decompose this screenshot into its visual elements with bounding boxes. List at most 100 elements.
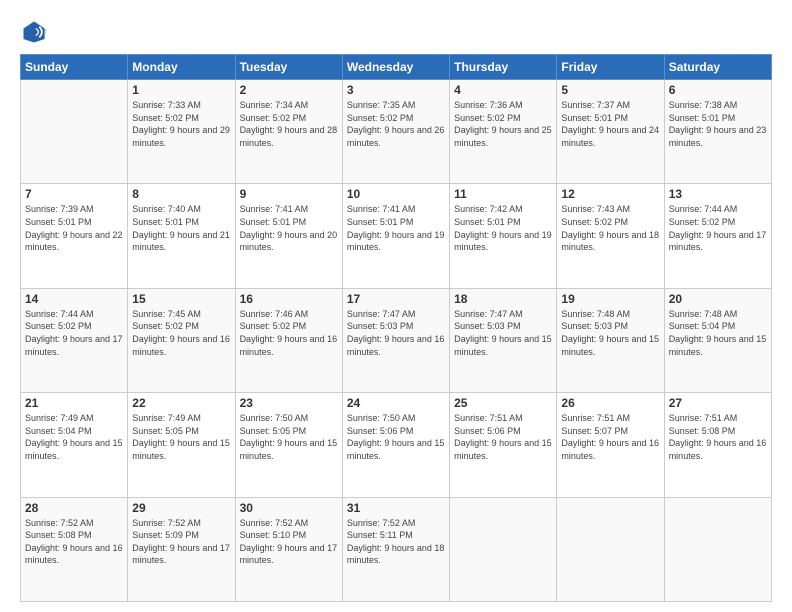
col-header-saturday: Saturday [664, 55, 771, 80]
day-number: 31 [347, 501, 445, 515]
day-info: Sunrise: 7:34 AMSunset: 5:02 PMDaylight:… [240, 99, 338, 149]
day-info: Sunrise: 7:52 AMSunset: 5:10 PMDaylight:… [240, 517, 338, 567]
day-cell: 29 Sunrise: 7:52 AMSunset: 5:09 PMDayligh… [128, 497, 235, 601]
day-number: 6 [669, 83, 767, 97]
day-number: 9 [240, 187, 338, 201]
day-number: 1 [132, 83, 230, 97]
day-info: Sunrise: 7:46 AMSunset: 5:02 PMDaylight:… [240, 308, 338, 358]
day-info: Sunrise: 7:52 AMSunset: 5:09 PMDaylight:… [132, 517, 230, 567]
day-cell: 16 Sunrise: 7:46 AMSunset: 5:02 PMDayligh… [235, 288, 342, 392]
col-header-monday: Monday [128, 55, 235, 80]
week-row-1: 1 Sunrise: 7:33 AMSunset: 5:02 PMDaylight… [21, 80, 772, 184]
day-number: 24 [347, 396, 445, 410]
day-number: 18 [454, 292, 552, 306]
day-cell: 27 Sunrise: 7:51 AMSunset: 5:08 PMDayligh… [664, 393, 771, 497]
day-info: Sunrise: 7:48 AMSunset: 5:03 PMDaylight:… [561, 308, 659, 358]
day-cell: 23 Sunrise: 7:50 AMSunset: 5:05 PMDayligh… [235, 393, 342, 497]
col-header-sunday: Sunday [21, 55, 128, 80]
day-info: Sunrise: 7:33 AMSunset: 5:02 PMDaylight:… [132, 99, 230, 149]
day-info: Sunrise: 7:50 AMSunset: 5:05 PMDaylight:… [240, 412, 338, 462]
day-info: Sunrise: 7:41 AMSunset: 5:01 PMDaylight:… [347, 203, 445, 253]
day-info: Sunrise: 7:52 AMSunset: 5:11 PMDaylight:… [347, 517, 445, 567]
day-cell: 30 Sunrise: 7:52 AMSunset: 5:10 PMDayligh… [235, 497, 342, 601]
day-cell: 18 Sunrise: 7:47 AMSunset: 5:03 PMDayligh… [450, 288, 557, 392]
day-number: 29 [132, 501, 230, 515]
day-cell: 9 Sunrise: 7:41 AMSunset: 5:01 PMDaylight… [235, 184, 342, 288]
day-number: 13 [669, 187, 767, 201]
calendar: SundayMondayTuesdayWednesdayThursdayFrid… [20, 54, 772, 602]
day-cell: 25Sunrise: 7:51 AMSunset: 5:06 PMDayligh… [450, 393, 557, 497]
day-cell: 8 Sunrise: 7:40 AMSunset: 5:01 PMDaylight… [128, 184, 235, 288]
day-cell: 26 Sunrise: 7:51 AMSunset: 5:07 PMDayligh… [557, 393, 664, 497]
day-number: 11 [454, 187, 552, 201]
day-number: 20 [669, 292, 767, 306]
day-cell: 7Sunrise: 7:39 AMSunset: 5:01 PMDaylight… [21, 184, 128, 288]
day-cell: 4 Sunrise: 7:36 AMSunset: 5:02 PMDaylight… [450, 80, 557, 184]
day-cell: 31 Sunrise: 7:52 AMSunset: 5:11 PMDayligh… [342, 497, 449, 601]
day-info: Sunrise: 7:40 AMSunset: 5:01 PMDaylight:… [132, 203, 230, 253]
day-info: Sunrise: 7:38 AMSunset: 5:01 PMDaylight:… [669, 99, 767, 149]
day-cell: 20 Sunrise: 7:48 AMSunset: 5:04 PMDayligh… [664, 288, 771, 392]
day-number: 28 [25, 501, 123, 515]
day-info: Sunrise: 7:51 AMSunset: 5:07 PMDaylight:… [561, 412, 659, 462]
col-header-friday: Friday [557, 55, 664, 80]
day-info: Sunrise: 7:47 AMSunset: 5:03 PMDaylight:… [454, 308, 552, 358]
day-info: Sunrise: 7:43 AMSunset: 5:02 PMDaylight:… [561, 203, 659, 253]
day-number: 27 [669, 396, 767, 410]
day-cell: 28Sunrise: 7:52 AMSunset: 5:08 PMDayligh… [21, 497, 128, 601]
day-cell: 17 Sunrise: 7:47 AMSunset: 5:03 PMDayligh… [342, 288, 449, 392]
day-number: 26 [561, 396, 659, 410]
day-cell: 22Sunrise: 7:49 AMSunset: 5:05 PMDayligh… [128, 393, 235, 497]
day-number: 16 [240, 292, 338, 306]
day-number: 14 [25, 292, 123, 306]
logo-icon [20, 18, 48, 46]
day-cell: 5Sunrise: 7:37 AMSunset: 5:01 PMDaylight… [557, 80, 664, 184]
day-cell: 12 Sunrise: 7:43 AMSunset: 5:02 PMDayligh… [557, 184, 664, 288]
day-cell: 14 Sunrise: 7:44 AMSunset: 5:02 PMDayligh… [21, 288, 128, 392]
day-info: Sunrise: 7:49 AMSunset: 5:05 PMDaylight:… [132, 412, 230, 462]
day-cell [450, 497, 557, 601]
day-number: 23 [240, 396, 338, 410]
day-info: Sunrise: 7:47 AMSunset: 5:03 PMDaylight:… [347, 308, 445, 358]
day-cell: 13Sunrise: 7:44 AMSunset: 5:02 PMDayligh… [664, 184, 771, 288]
week-row-4: 21 Sunrise: 7:49 AMSunset: 5:04 PMDayligh… [21, 393, 772, 497]
day-cell [21, 80, 128, 184]
day-cell: 3Sunrise: 7:35 AMSunset: 5:02 PMDaylight… [342, 80, 449, 184]
day-cell: 21 Sunrise: 7:49 AMSunset: 5:04 PMDayligh… [21, 393, 128, 497]
week-row-2: 7Sunrise: 7:39 AMSunset: 5:01 PMDaylight… [21, 184, 772, 288]
day-number: 12 [561, 187, 659, 201]
day-number: 8 [132, 187, 230, 201]
day-number: 30 [240, 501, 338, 515]
day-info: Sunrise: 7:39 AMSunset: 5:01 PMDaylight:… [25, 203, 123, 253]
day-cell [664, 497, 771, 601]
day-number: 5 [561, 83, 659, 97]
day-cell [557, 497, 664, 601]
page: SundayMondayTuesdayWednesdayThursdayFrid… [0, 0, 792, 612]
day-info: Sunrise: 7:51 AMSunset: 5:06 PMDaylight:… [454, 412, 552, 462]
day-number: 19 [561, 292, 659, 306]
day-number: 21 [25, 396, 123, 410]
day-number: 15 [132, 292, 230, 306]
day-number: 2 [240, 83, 338, 97]
col-header-thursday: Thursday [450, 55, 557, 80]
day-number: 4 [454, 83, 552, 97]
calendar-header-row: SundayMondayTuesdayWednesdayThursdayFrid… [21, 55, 772, 80]
logo [20, 18, 52, 46]
day-info: Sunrise: 7:49 AMSunset: 5:04 PMDaylight:… [25, 412, 123, 462]
week-row-3: 14 Sunrise: 7:44 AMSunset: 5:02 PMDayligh… [21, 288, 772, 392]
day-cell: 15Sunrise: 7:45 AMSunset: 5:02 PMDayligh… [128, 288, 235, 392]
day-info: Sunrise: 7:48 AMSunset: 5:04 PMDaylight:… [669, 308, 767, 358]
col-header-wednesday: Wednesday [342, 55, 449, 80]
day-info: Sunrise: 7:36 AMSunset: 5:02 PMDaylight:… [454, 99, 552, 149]
day-cell: 2 Sunrise: 7:34 AMSunset: 5:02 PMDaylight… [235, 80, 342, 184]
day-number: 17 [347, 292, 445, 306]
header [20, 18, 772, 46]
day-cell: 6 Sunrise: 7:38 AMSunset: 5:01 PMDaylight… [664, 80, 771, 184]
day-info: Sunrise: 7:50 AMSunset: 5:06 PMDaylight:… [347, 412, 445, 462]
day-cell: 11 Sunrise: 7:42 AMSunset: 5:01 PMDayligh… [450, 184, 557, 288]
day-info: Sunrise: 7:44 AMSunset: 5:02 PMDaylight:… [25, 308, 123, 358]
day-number: 10 [347, 187, 445, 201]
day-info: Sunrise: 7:41 AMSunset: 5:01 PMDaylight:… [240, 203, 338, 253]
day-info: Sunrise: 7:42 AMSunset: 5:01 PMDaylight:… [454, 203, 552, 253]
day-info: Sunrise: 7:51 AMSunset: 5:08 PMDaylight:… [669, 412, 767, 462]
